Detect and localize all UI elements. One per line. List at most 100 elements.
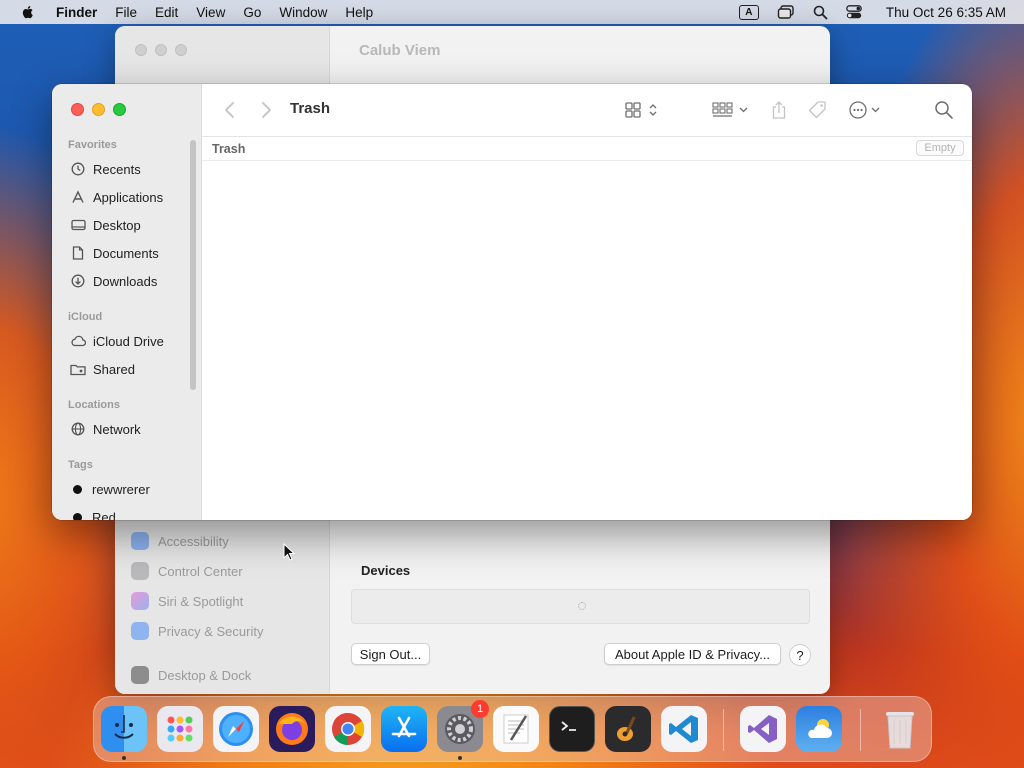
- sidebar-item-shared[interactable]: Shared: [70, 358, 135, 380]
- screen-mirroring-icon[interactable]: [777, 4, 795, 20]
- sidebar-item-label: Recents: [93, 161, 141, 177]
- dock-separator: [723, 709, 724, 751]
- close-button[interactable]: [135, 44, 147, 56]
- menu-go[interactable]: Go: [243, 5, 261, 20]
- devices-heading: Devices: [361, 563, 411, 578]
- maximize-button[interactable]: [113, 103, 126, 116]
- notification-badge: 1: [471, 700, 489, 718]
- nav-label: Accessibility: [158, 533, 229, 549]
- settings-nav-desktop-dock[interactable]: Desktop & Dock: [131, 660, 321, 690]
- sign-out-button[interactable]: Sign Out...: [351, 643, 430, 665]
- document-icon: [70, 245, 86, 261]
- dock-weather-icon[interactable]: [796, 706, 842, 752]
- search-icon: [935, 101, 953, 119]
- sidebar-item-downloads[interactable]: Downloads: [70, 270, 157, 292]
- apple-logo-icon[interactable]: [20, 4, 36, 20]
- nav-label: Privacy & Security: [158, 623, 264, 639]
- forward-chevron-icon[interactable]: [256, 100, 276, 120]
- spotlight-search-icon[interactable]: [813, 5, 828, 20]
- dock-visual-studio-icon[interactable]: [740, 706, 786, 752]
- settings-traffic-lights: [135, 44, 187, 56]
- menu-file[interactable]: File: [115, 5, 137, 20]
- settings-title: Calub Viem: [359, 42, 441, 59]
- close-button[interactable]: [71, 103, 84, 116]
- input-source-icon[interactable]: A: [738, 4, 759, 20]
- maximize-button[interactable]: [175, 44, 187, 56]
- tag-button[interactable]: [808, 98, 828, 122]
- sidebar-item-label: Documents: [93, 245, 159, 261]
- sidebar-section-icloud: iCloud: [68, 311, 103, 323]
- ellipsis-circle-icon: [849, 101, 880, 119]
- path-bar-label: Trash: [212, 142, 246, 156]
- minimize-button[interactable]: [155, 44, 167, 56]
- privacy-hand-icon: [131, 622, 149, 640]
- sidebar-item-label: Red: [92, 509, 116, 521]
- file-list-area[interactable]: [202, 161, 972, 520]
- sidebar-item-desktop[interactable]: Desktop: [70, 214, 141, 236]
- group-grid-icon: [712, 102, 748, 117]
- control-center-icon[interactable]: [846, 5, 862, 19]
- dock-trash-icon[interactable]: [877, 706, 923, 752]
- loading-spinner-icon: [578, 602, 586, 610]
- nav-label: Siri & Spotlight: [158, 593, 244, 609]
- share-button[interactable]: [770, 98, 788, 122]
- nav-label: Control Center: [158, 563, 243, 579]
- dock-safari-icon[interactable]: [213, 706, 259, 752]
- share-icon: [772, 101, 786, 119]
- dock-finder-icon[interactable]: [101, 706, 147, 752]
- empty-trash-button[interactable]: Empty: [916, 140, 964, 156]
- sidebar-item-documents[interactable]: Documents: [70, 242, 159, 264]
- minimize-button[interactable]: [92, 103, 105, 116]
- desktop-icon: [70, 217, 86, 233]
- about-apple-id-button[interactable]: About Apple ID & Privacy...: [604, 643, 781, 665]
- settings-nav-siri[interactable]: Siri & Spotlight: [131, 586, 321, 616]
- globe-icon: [70, 421, 86, 437]
- dock-textedit-icon[interactable]: [493, 706, 539, 752]
- dock-separator: [860, 709, 861, 751]
- menu-app-name[interactable]: Finder: [56, 5, 97, 20]
- menu-view[interactable]: View: [196, 5, 225, 20]
- sidebar-item-label: Shared: [93, 361, 135, 377]
- dock-system-settings-icon[interactable]: 1: [437, 700, 489, 752]
- desktop-dock-icon: [131, 666, 149, 684]
- sidebar-item-network[interactable]: Network: [70, 418, 141, 440]
- view-mode-button[interactable]: [624, 98, 660, 122]
- siri-icon: [131, 592, 149, 610]
- sidebar-scrollbar[interactable]: [190, 140, 196, 390]
- sidebar-item-applications[interactable]: Applications: [70, 186, 163, 208]
- cloud-icon: [70, 333, 86, 349]
- tag-dot-icon: [73, 512, 82, 520]
- sidebar-item-label: iCloud Drive: [93, 333, 164, 349]
- group-button[interactable]: [712, 98, 750, 122]
- dock-chrome-icon[interactable]: [325, 706, 371, 752]
- dock-app-store-icon[interactable]: [381, 706, 427, 752]
- sidebar-item-label: rewwrerer: [92, 481, 150, 497]
- dock-firefox-icon[interactable]: [269, 706, 315, 752]
- control-center-icon: [131, 562, 149, 580]
- action-menu-button[interactable]: [848, 98, 886, 122]
- search-button[interactable]: [934, 98, 954, 122]
- dock-vscode-icon[interactable]: [661, 706, 707, 752]
- menu-window[interactable]: Window: [279, 5, 327, 20]
- sidebar-item-tag-red[interactable]: Red: [70, 506, 116, 520]
- menu-help[interactable]: Help: [345, 5, 373, 20]
- help-button[interactable]: ?: [789, 644, 811, 666]
- dock-terminal-icon[interactable]: [549, 706, 595, 752]
- dock-running-indicator: [122, 756, 126, 760]
- menu-edit[interactable]: Edit: [155, 5, 178, 20]
- applications-icon: [70, 189, 86, 205]
- dock-garageband-icon[interactable]: [605, 706, 651, 752]
- menu-clock[interactable]: Thu Oct 26 6:35 AM: [886, 5, 1006, 20]
- back-chevron-icon[interactable]: [220, 100, 240, 120]
- sidebar-item-tag-rewwrerer[interactable]: rewwrerer: [70, 478, 150, 500]
- sidebar-item-recents[interactable]: Recents: [70, 158, 141, 180]
- sidebar-item-label: Network: [93, 421, 141, 437]
- dock-launchpad-icon[interactable]: [157, 706, 203, 752]
- finder-traffic-lights: [71, 103, 126, 116]
- devices-list: [351, 589, 810, 624]
- path-bar: Trash Empty: [202, 136, 972, 161]
- settings-nav-privacy[interactable]: Privacy & Security: [131, 616, 321, 646]
- sidebar-item-label: Desktop: [93, 217, 141, 233]
- sidebar-item-label: Downloads: [93, 273, 158, 289]
- sidebar-item-icloud-drive[interactable]: iCloud Drive: [70, 330, 164, 352]
